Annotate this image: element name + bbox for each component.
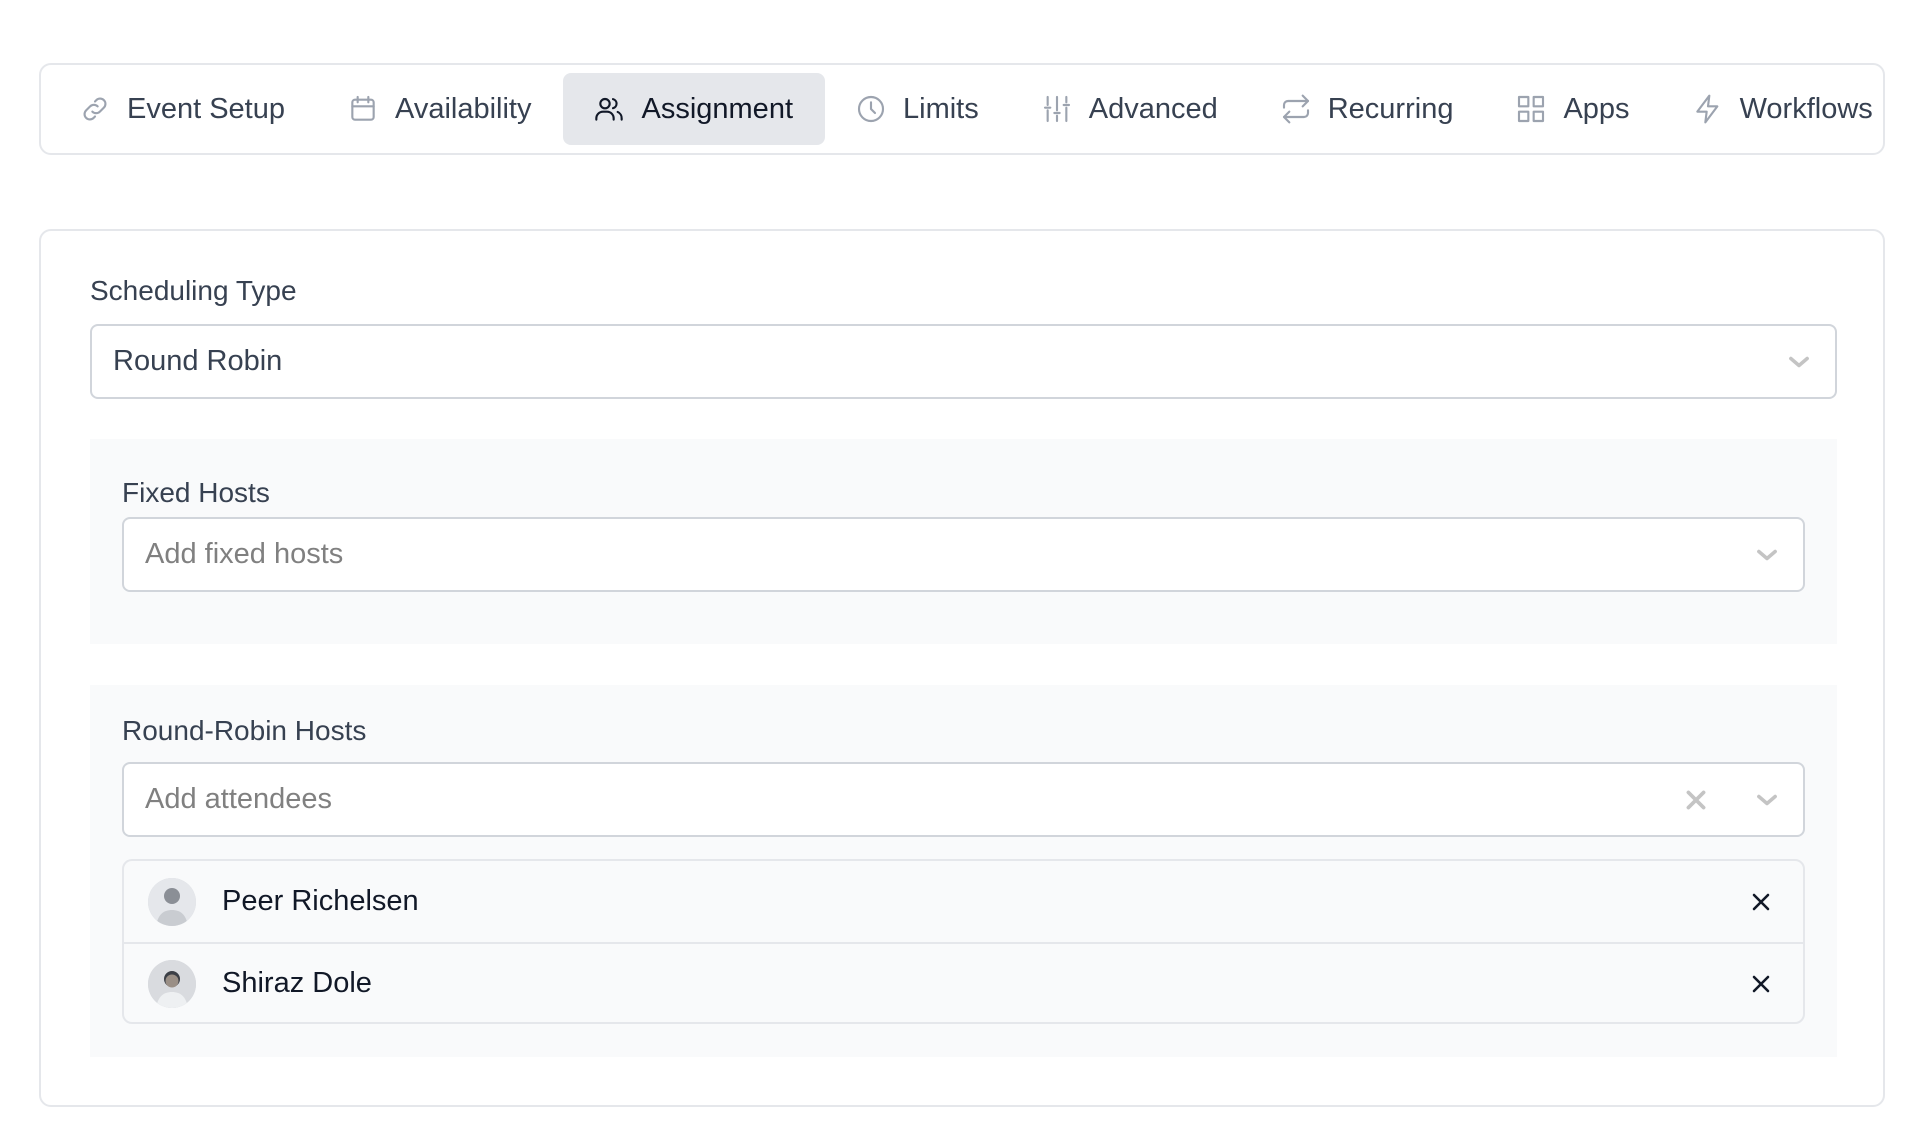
scheduling-type-label: Scheduling Type: [90, 275, 297, 306]
avatar: [148, 959, 196, 1008]
round-robin-host-list: Peer Richelsen Shiraz Dole: [122, 859, 1805, 1024]
tab-label: Assignment: [641, 92, 793, 125]
link-icon: [79, 93, 111, 125]
chevron-down-icon: [1785, 348, 1813, 376]
remove-host-icon[interactable]: [1749, 972, 1773, 996]
fixed-hosts-select[interactable]: Add fixed hosts: [122, 517, 1805, 592]
grid-icon: [1515, 93, 1547, 125]
avatar: [148, 877, 196, 926]
tab-label: Event Setup: [127, 92, 285, 125]
fixed-hosts-placeholder: Add fixed hosts: [145, 538, 344, 570]
users-icon: [593, 93, 625, 125]
tab-event-setup[interactable]: Event Setup: [49, 73, 317, 145]
tab-label: Limits: [903, 92, 979, 125]
round-robin-hosts-label: Round-Robin Hosts: [122, 715, 367, 746]
sliders-icon: [1041, 93, 1073, 125]
scheduling-type-value: Round Robin: [113, 345, 283, 377]
add-attendees-placeholder: Add attendees: [145, 783, 333, 815]
tab-label: Advanced: [1088, 92, 1218, 125]
chevron-down-icon: [1753, 541, 1781, 569]
host-name: Peer Richelsen: [222, 885, 419, 917]
calendar-icon: [347, 93, 379, 125]
host-list-item: Peer Richelsen: [124, 861, 1803, 942]
host-list-item: Shiraz Dole: [124, 942, 1803, 1022]
clock-icon: [855, 93, 887, 125]
tab-label: Workflows: [1739, 92, 1873, 125]
assignment-card: Scheduling Type Round Robin Fixed Hosts …: [39, 229, 1885, 1107]
fixed-hosts-section: Fixed Hosts Add fixed hosts: [90, 439, 1837, 644]
add-attendees-select[interactable]: Add attendees: [122, 762, 1805, 837]
tab-label: Apps: [1563, 92, 1630, 125]
tab-recurring[interactable]: Recurring: [1250, 73, 1486, 145]
tab-label: Availability: [395, 92, 532, 125]
tab-label: Recurring: [1327, 92, 1454, 125]
scheduling-type-select[interactable]: Round Robin: [90, 324, 1837, 399]
fixed-hosts-label: Fixed Hosts: [122, 477, 270, 508]
tab-advanced[interactable]: Advanced: [1011, 73, 1250, 145]
clear-icon[interactable]: [1683, 787, 1709, 813]
tab-availability[interactable]: Availability: [317, 73, 563, 145]
tab-assignment[interactable]: Assignment: [563, 73, 825, 145]
event-type-tabs: Event Setup Availability Assignment Limi…: [39, 63, 1885, 155]
host-name: Shiraz Dole: [222, 967, 372, 999]
repeat-icon: [1280, 93, 1312, 125]
tab-apps[interactable]: Apps: [1485, 73, 1661, 145]
tab-limits[interactable]: Limits: [825, 73, 1011, 145]
round-robin-hosts-section: Round-Robin Hosts Add attendees Peer Ric…: [90, 685, 1837, 1057]
tab-workflows[interactable]: Workflows: [1662, 73, 1883, 145]
remove-host-icon[interactable]: [1749, 890, 1773, 914]
chevron-down-icon: [1753, 786, 1781, 814]
zap-icon: [1692, 93, 1724, 125]
